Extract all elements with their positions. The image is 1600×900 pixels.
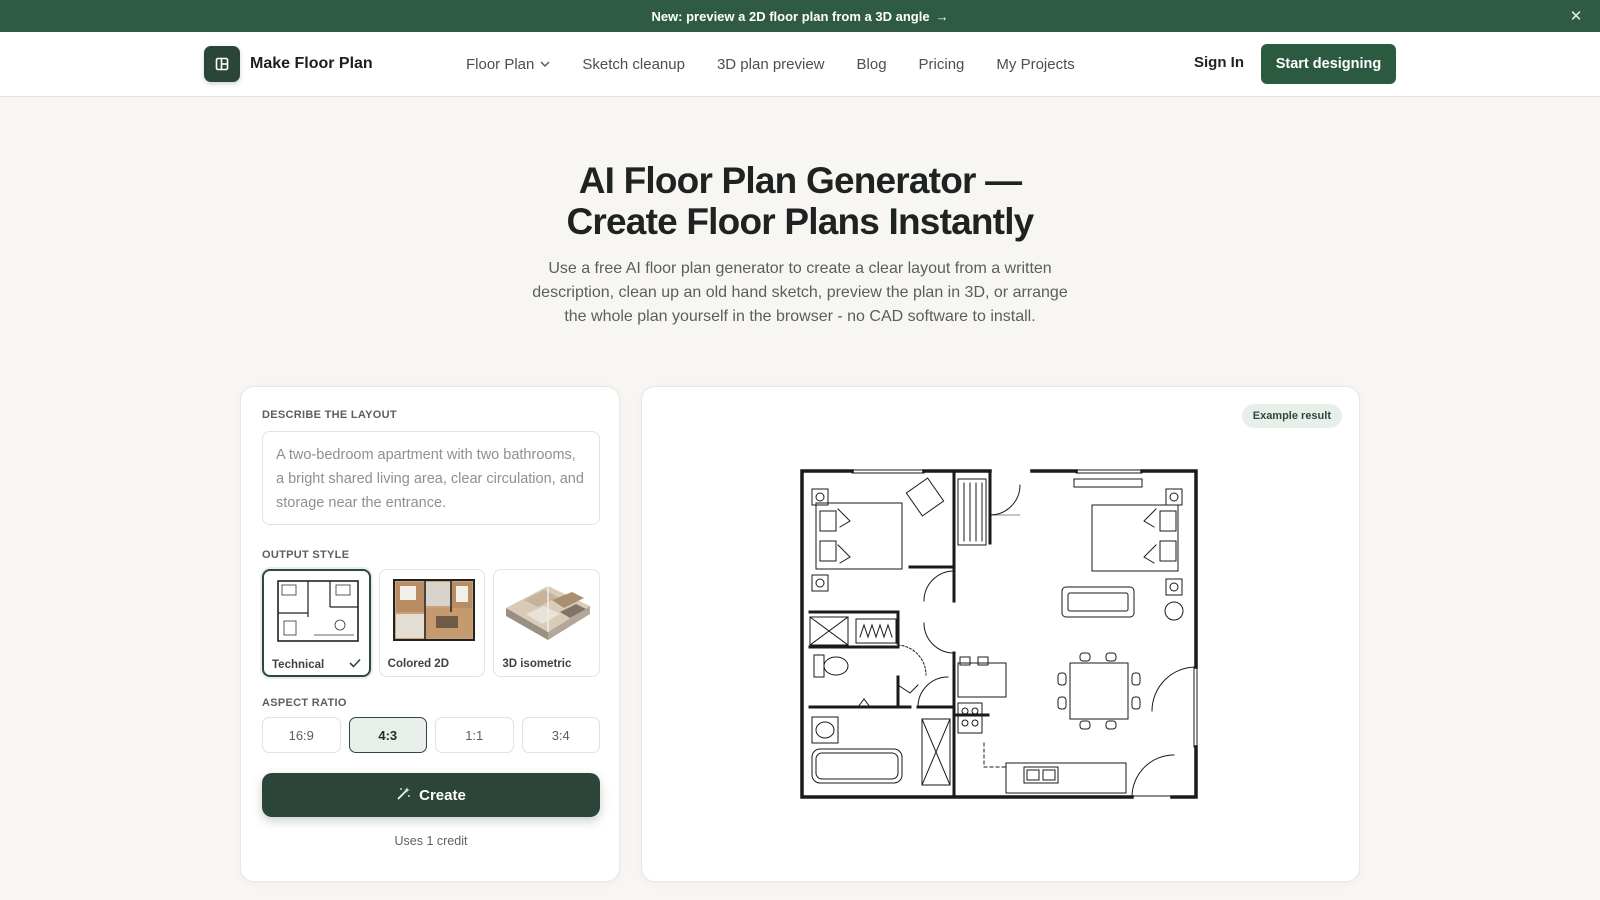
nav-link-floor-plan[interactable]: Floor Plan (466, 56, 550, 73)
title-line-2: Create Floor Plans Instantly (566, 201, 1035, 242)
aspect-ratio-label: ASPECT RATIO (262, 697, 347, 709)
create-button[interactable]: Create (262, 773, 600, 817)
aspect-ratio-options: 16:9 4:3 1:1 3:4 (262, 717, 600, 753)
credit-note: Uses 1 credit (394, 834, 468, 848)
check-icon (349, 657, 361, 671)
top-nav: Make Floor Plan Floor Plan Sketch cleanu… (0, 32, 1600, 97)
output-style-options: Technical Colored 2D 3D isometric (262, 569, 601, 677)
title-line-1: AI Floor Plan Generator — (578, 160, 1022, 201)
ratio-option-4-3[interactable]: 4:3 (348, 717, 427, 753)
page-title: AI Floor Plan Generator — Create Floor P… (400, 160, 1200, 242)
style-option-label: 3D isometric (502, 658, 572, 670)
arrow-right-icon: → (935, 8, 949, 24)
close-icon[interactable]: ✕ (1566, 6, 1586, 26)
example-result-card: Example result (641, 386, 1360, 882)
example-result-badge: Example result (1241, 404, 1342, 428)
technical-plan-thumbnail (277, 580, 359, 642)
ratio-option-3-4[interactable]: 3:4 (521, 717, 600, 753)
generator-form-card: DESCRIBE THE LAYOUT OUTPUT STYLE Technic… (240, 386, 620, 882)
magic-wand-icon (396, 786, 411, 804)
describe-layout-label: DESCRIBE THE LAYOUT (262, 409, 397, 421)
start-designing-button[interactable]: Start designing (1261, 44, 1396, 84)
layout-description-input[interactable] (262, 431, 600, 525)
nav-link-sketch-cleanup[interactable]: Sketch cleanup (582, 56, 685, 73)
brand-link[interactable]: Make Floor Plan (204, 46, 373, 82)
nav-link-blog[interactable]: Blog (857, 56, 887, 73)
floor-plan-logo-icon (204, 46, 240, 82)
style-option-3d-isometric[interactable]: 3D isometric (493, 569, 601, 677)
floor-plan-drawing (800, 469, 1198, 799)
create-label: Create (419, 786, 466, 804)
nav-link-pricing[interactable]: Pricing (919, 56, 965, 73)
style-option-label: Colored 2D (387, 658, 450, 670)
ratio-option-1-1[interactable]: 1:1 (435, 717, 514, 753)
ratio-option-16-9[interactable]: 16:9 (262, 717, 341, 753)
announcement-bar[interactable]: New: preview a 2D floor plan from a 3D a… (0, 0, 1600, 32)
nav-links: Floor Plan Sketch cleanup 3D plan previe… (466, 32, 1107, 96)
output-style-label: OUTPUT STYLE (262, 549, 350, 561)
nav-link-label: Floor Plan (466, 55, 535, 73)
nav-link-my-projects[interactable]: My Projects (996, 56, 1074, 73)
sign-in-link[interactable]: Sign In (1194, 54, 1244, 71)
isometric-plan-thumbnail (506, 586, 591, 640)
colored-plan-thumbnail (392, 579, 475, 641)
hero-subtitle: Use a free AI floor plan generator to cr… (532, 260, 1068, 325)
style-option-label: Technical (272, 659, 325, 671)
nav-link-3d-plan-preview[interactable]: 3D plan preview (717, 56, 825, 73)
brand-name: Make Floor Plan (250, 55, 373, 72)
announcement-text[interactable]: New: preview a 2D floor plan from a 3D a… (651, 9, 929, 24)
style-option-colored-2d[interactable]: Colored 2D (378, 569, 486, 677)
chevron-down-icon (540, 59, 550, 70)
style-option-technical[interactable]: Technical (262, 569, 371, 677)
